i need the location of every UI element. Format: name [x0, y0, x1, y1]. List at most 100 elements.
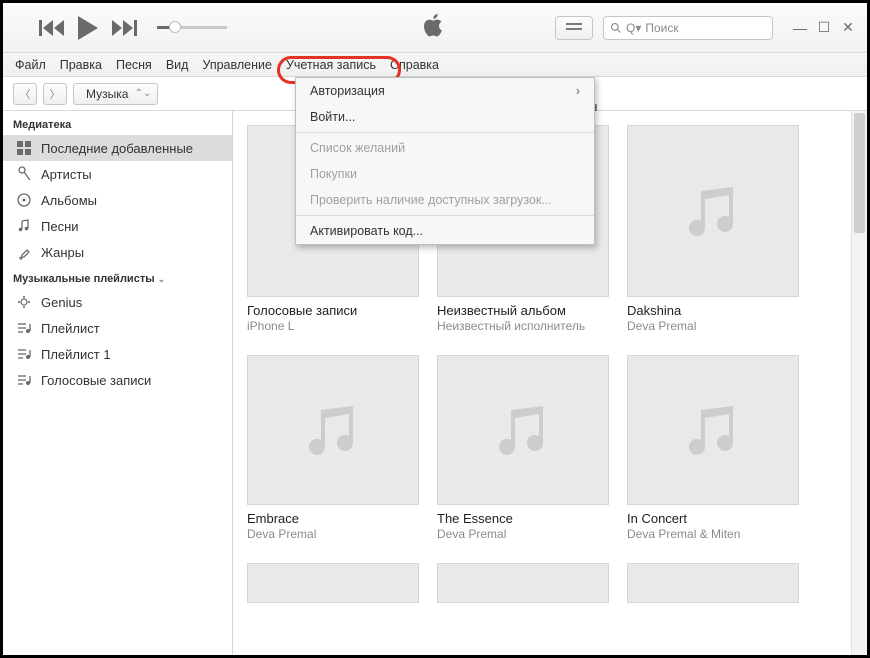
album-artist: Deva Premal & Miten	[627, 527, 799, 541]
sidebar-item-artists[interactable]: Артисты	[3, 161, 232, 187]
chevron-down-icon[interactable]: ⌄	[158, 274, 166, 284]
chevron-updown-icon: ⌃⌄	[134, 88, 151, 99]
album-cover	[247, 563, 419, 603]
music-note-icon	[681, 179, 745, 243]
menu-bar: Файл Правка Песня Вид Управление Учетная…	[3, 53, 867, 77]
menu-view[interactable]: Вид	[166, 58, 189, 72]
search-input[interactable]: Q▾ Поиск	[603, 16, 773, 40]
album-title: Неизвестный альбом	[437, 303, 609, 318]
menu-edit[interactable]: Правка	[60, 58, 102, 72]
sidebar-item-label: Голосовые записи	[41, 373, 151, 388]
album-cover	[627, 355, 799, 505]
sidebar-playlist[interactable]: Плейлист	[3, 315, 232, 341]
scrollbar[interactable]	[851, 111, 867, 655]
album-artist: iPhone L	[247, 319, 419, 333]
dropdown-label: Покупки	[310, 167, 357, 181]
menu-file[interactable]: Файл	[15, 58, 46, 72]
album-cover	[627, 563, 799, 603]
chevron-right-icon: ›	[576, 84, 580, 98]
sidebar-item-recent[interactable]: Последние добавленные	[3, 135, 232, 161]
album-card[interactable]: In Concert Deva Premal & Miten	[627, 355, 799, 541]
dropdown-check-downloads: Проверить наличие доступных загрузок...	[296, 187, 594, 213]
album-cover	[627, 125, 799, 297]
previous-button[interactable]	[39, 20, 64, 36]
library-selector[interactable]: Музыка ⌃⌄	[73, 83, 158, 105]
mic-icon	[15, 165, 33, 183]
album-title: Голосовые записи	[247, 303, 419, 318]
menu-song[interactable]: Песня	[116, 58, 152, 72]
album-artist: Deva Premal	[437, 527, 609, 541]
sidebar-playlist-voice[interactable]: Голосовые записи	[3, 367, 232, 393]
search-icon	[610, 22, 622, 34]
account-dropdown: Авторизация › Войти... Список желаний По…	[295, 77, 595, 245]
dropdown-signin[interactable]: Войти...	[296, 104, 594, 130]
sidebar-playlist-1[interactable]: Плейлист 1	[3, 341, 232, 367]
search-placeholder: Поиск	[645, 21, 678, 35]
back-button[interactable]: 〈	[13, 83, 37, 105]
menu-help[interactable]: Справка	[390, 58, 439, 72]
close-button[interactable]: ✕	[839, 19, 857, 37]
dropdown-redeem[interactable]: Активировать код...	[296, 218, 594, 244]
scrollbar-thumb[interactable]	[854, 113, 865, 233]
music-note-icon	[681, 398, 745, 462]
album-artist: Неизвестный исполнитель	[437, 319, 609, 333]
album-card[interactable]	[247, 563, 419, 603]
dropdown-label: Проверить наличие доступных загрузок...	[310, 193, 552, 207]
forward-button[interactable]: 〉	[43, 83, 67, 105]
album-title: Dakshina	[627, 303, 799, 318]
album-card[interactable]: The Essence Deva Premal	[437, 355, 609, 541]
dropdown-label: Авторизация	[310, 84, 385, 98]
sidebar-item-label: Последние добавленные	[41, 141, 193, 156]
dropdown-purchases: Покупки	[296, 161, 594, 187]
apple-logo-icon	[424, 12, 446, 43]
sidebar-playlist-genius[interactable]: Genius	[3, 289, 232, 315]
album-cover	[247, 355, 419, 505]
dropdown-authorize[interactable]: Авторизация ›	[296, 78, 594, 104]
album-card[interactable]	[627, 563, 799, 603]
dropdown-label: Войти...	[310, 110, 355, 124]
list-view-button[interactable]	[555, 16, 593, 40]
dropdown-label: Список желаний	[310, 141, 405, 155]
sidebar-item-label: Песни	[41, 219, 79, 234]
sidebar-item-label: Плейлист 1	[41, 347, 111, 362]
sidebar-item-label: Альбомы	[41, 193, 97, 208]
dropdown-separator	[296, 132, 594, 133]
album-title: The Essence	[437, 511, 609, 526]
sidebar-item-label: Жанры	[41, 245, 84, 260]
playlist-icon	[15, 371, 33, 389]
sidebar-item-label: Плейлист	[41, 321, 100, 336]
album-cover	[437, 563, 609, 603]
maximize-button[interactable]: ☐	[815, 19, 833, 37]
album-card[interactable]: Embrace Deva Premal	[247, 355, 419, 541]
menu-controls[interactable]: Управление	[202, 58, 272, 72]
play-button[interactable]	[78, 16, 98, 40]
grid-icon	[15, 139, 33, 157]
genius-icon	[15, 293, 33, 311]
sidebar-header-playlists: Музыкальные плейлисты ⌄	[3, 265, 232, 289]
sidebar-item-label: Genius	[41, 295, 82, 310]
album-artist: Deva Premal	[627, 319, 799, 333]
minimize-button[interactable]: —	[791, 19, 809, 37]
album-card[interactable]: Dakshina Deva Premal	[627, 125, 799, 333]
album-card[interactable]	[437, 563, 609, 603]
sidebar-item-label: Артисты	[41, 167, 92, 182]
volume-slider[interactable]	[157, 26, 227, 29]
playlist-icon	[15, 319, 33, 337]
note-icon	[15, 217, 33, 235]
dropdown-separator	[296, 215, 594, 216]
next-button[interactable]	[112, 20, 137, 36]
sidebar: Медиатека Последние добавленные Артисты …	[3, 111, 233, 655]
music-note-icon	[491, 398, 555, 462]
sidebar-item-albums[interactable]: Альбомы	[3, 187, 232, 213]
dropdown-wishlist: Список желаний	[296, 135, 594, 161]
playlist-icon	[15, 345, 33, 363]
library-selector-label: Музыка	[86, 87, 128, 101]
menu-account[interactable]: Учетная запись	[286, 58, 376, 72]
guitar-icon	[15, 243, 33, 261]
sidebar-item-genres[interactable]: Жанры	[3, 239, 232, 265]
album-icon	[15, 191, 33, 209]
music-note-icon	[301, 398, 365, 462]
dropdown-label: Активировать код...	[310, 224, 423, 238]
album-artist: Deva Premal	[247, 527, 419, 541]
sidebar-item-songs[interactable]: Песни	[3, 213, 232, 239]
